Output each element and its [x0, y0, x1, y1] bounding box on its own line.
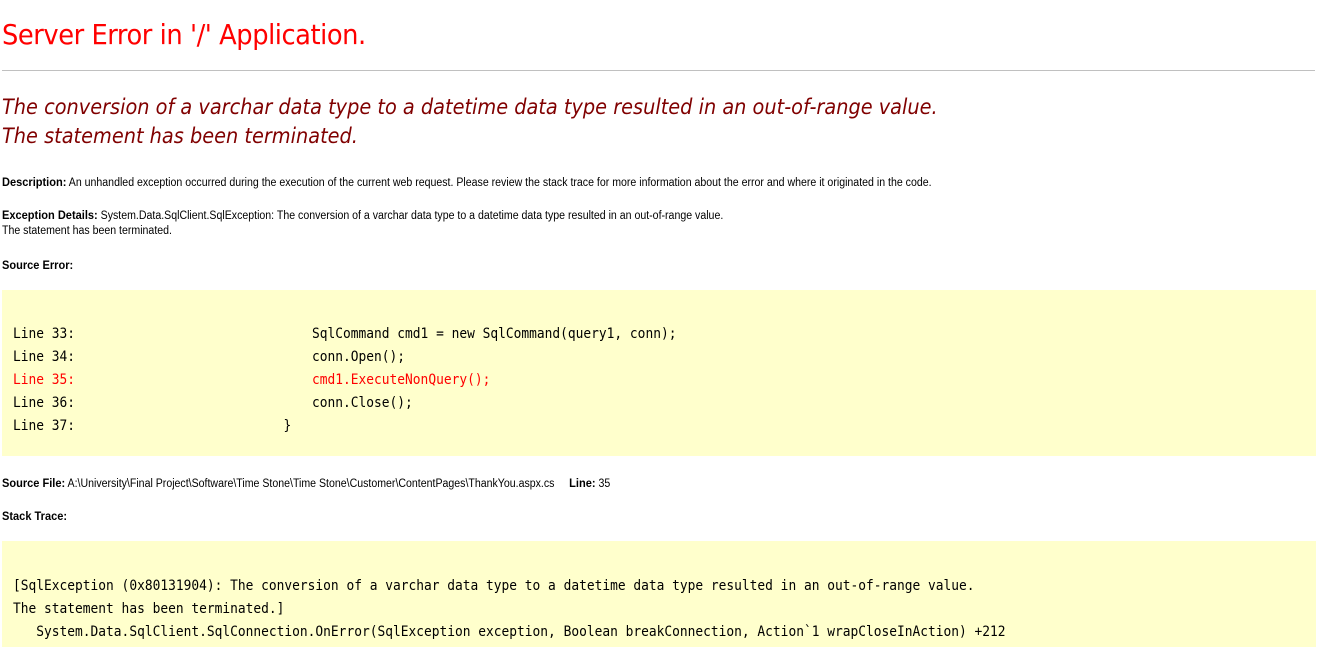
error-heading-line-1: The conversion of a varchar data type to…: [2, 95, 938, 119]
stack-trace-label: Stack Trace:: [2, 509, 67, 525]
source-line-number: Line 37:: [13, 418, 76, 434]
source-line-code: conn.Close();: [312, 395, 413, 411]
source-line-code: }: [283, 418, 292, 434]
source-error-label-text: Source Error:: [2, 258, 74, 272]
source-line-error: Line 35: cmd1.ExecuteNonQuery();: [13, 369, 490, 392]
source-file-line-value: 35: [595, 478, 611, 490]
source-line-number: Line 34:: [13, 349, 76, 365]
description-text: An unhandled exception occurred during t…: [66, 177, 932, 189]
source-line: Line 36: conn.Close();: [13, 392, 413, 415]
source-file-line-label: Line:: [569, 476, 596, 490]
source-line-number: Line 33:: [13, 326, 76, 342]
error-heading: The conversion of a varchar data type to…: [2, 93, 938, 151]
source-line-code: conn.Open();: [312, 349, 406, 365]
error-heading-line-2: The statement has been terminated.: [2, 124, 358, 148]
stack-trace-line: [SqlException (0x80131904): The conversi…: [13, 578, 975, 594]
source-line-code: cmd1.ExecuteNonQuery();: [312, 372, 491, 388]
stack-trace-line: System.Data.SqlClient.SqlConnection.OnEr…: [13, 624, 1006, 640]
stack-trace-label-text: Stack Trace:: [2, 509, 68, 523]
source-line-number: Line 35:: [13, 372, 76, 388]
exception-details-text-line-2: The statement has been terminated.: [2, 225, 172, 237]
page-title: Server Error in '/' Application.: [2, 18, 366, 51]
exception-details-label: Exception Details:: [2, 208, 98, 222]
source-line: Line 37:}: [13, 415, 291, 438]
source-file: Source File: A:\University\Final Project…: [2, 476, 610, 492]
stack-trace-line: The statement has been terminated.]: [13, 601, 285, 617]
exception-details-text: System.Data.SqlClient.SqlException: The …: [97, 210, 724, 222]
source-file-label: Source File:: [2, 476, 66, 490]
source-line-number: Line 36:: [13, 395, 76, 411]
description-label: Description:: [2, 175, 67, 189]
source-error-code-block: Line 33: SqlCommand cmd1 = new SqlCommand…: [2, 290, 1316, 456]
source-file-path: A:\University\Final Project\Software\Tim…: [65, 478, 555, 490]
title-divider: [2, 70, 1315, 71]
description: Description: An unhandled exception occu…: [2, 175, 932, 191]
source-line: Line 34: conn.Open();: [13, 346, 405, 369]
source-line-code: SqlCommand cmd1 = new SqlCommand(query1,…: [312, 326, 677, 342]
stack-trace-code-block: [SqlException (0x80131904): The conversi…: [2, 541, 1316, 647]
source-line: Line 33: SqlCommand cmd1 = new SqlCommand…: [13, 323, 676, 346]
exception-details: Exception Details: System.Data.SqlClient…: [2, 208, 723, 239]
source-error-label: Source Error:: [2, 258, 73, 274]
